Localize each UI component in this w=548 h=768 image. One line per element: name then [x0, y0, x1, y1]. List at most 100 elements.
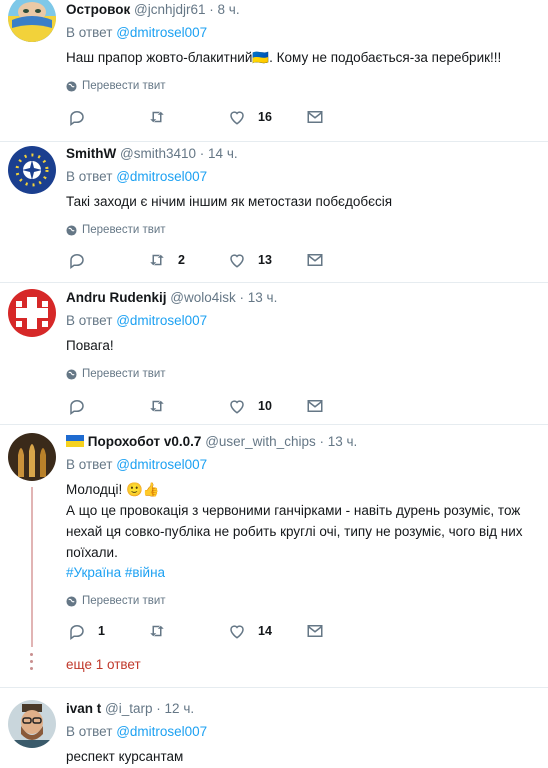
ukraine-flag-icon — [66, 435, 84, 447]
author-name[interactable]: Порохобот v0.0.7 — [88, 434, 202, 449]
reply-mention-link[interactable]: @dmitrosel007 — [116, 169, 207, 184]
tweet-time[interactable]: 13 ч. — [248, 290, 278, 305]
reply-mention-link[interactable]: @dmitrosel007 — [116, 25, 207, 40]
translate-label: Перевести твит — [82, 224, 166, 236]
reply-to-line: В ответ @dmitrosel007 — [66, 23, 540, 43]
globe-icon — [66, 595, 77, 607]
tweet-actions: 2 13 — [66, 249, 366, 271]
heart-icon — [230, 111, 244, 125]
author-name[interactable]: SmithW — [66, 146, 116, 161]
thread-dots — [30, 653, 34, 674]
reply-count: 1 — [98, 624, 105, 638]
reply-icon — [70, 110, 84, 126]
show-more-replies-link[interactable]: еще 1 ответ — [66, 657, 141, 672]
reply-prefix: В ответ — [66, 724, 113, 739]
tweet-time[interactable]: 14 ч. — [208, 146, 238, 161]
author-name[interactable]: Островок — [66, 2, 130, 17]
separator-dot: · — [199, 146, 205, 161]
reply-button[interactable] — [68, 106, 98, 128]
reply-prefix: В ответ — [66, 169, 113, 184]
like-count: 16 — [258, 110, 272, 124]
reply-button[interactable] — [68, 395, 98, 417]
translate-tweet-link[interactable]: Перевести твит — [66, 366, 540, 382]
reply-to-line: В ответ @dmitrosel007 — [66, 167, 540, 187]
like-button[interactable]: 13 — [228, 249, 272, 271]
direct-message-button[interactable] — [306, 395, 324, 417]
tweet-porohobot[interactable]: Порохобот v0.0.7 @user_with_chips · 13 ч… — [0, 425, 548, 688]
author-name[interactable]: ivan t — [66, 701, 101, 716]
like-button[interactable]: 14 — [228, 620, 272, 642]
author-handle[interactable]: @wolo4isk — [170, 290, 235, 305]
direct-message-button[interactable] — [306, 620, 324, 642]
tweet-ivan-t[interactable]: ivan t @i_tarp · 12 ч. В ответ @dmitrose… — [0, 688, 548, 768]
heart-icon — [230, 625, 244, 639]
author-name[interactable]: Andru Rudenkij — [66, 290, 167, 305]
tweet-text-line1: Молодці! 🙂👍 — [66, 482, 160, 497]
tweet-text: Такі заходи є нічим іншим як метостази п… — [66, 194, 393, 209]
author-handle[interactable]: @i_tarp — [105, 701, 152, 716]
bullets-avatar[interactable] — [8, 433, 56, 481]
envelope-icon — [307, 625, 323, 637]
reply-prefix: В ответ — [66, 313, 113, 328]
author-handle[interactable]: @user_with_chips — [205, 434, 316, 449]
tweet-actions: 1 14 — [66, 620, 366, 642]
direct-message-button[interactable] — [306, 106, 324, 128]
bearded-man-avatar[interactable] — [8, 700, 56, 748]
tweet-header: Островок @jcnhjdjr61 · 8 ч. — [66, 0, 540, 20]
heart-icon — [230, 254, 244, 268]
translate-tweet-link[interactable]: Перевести твит — [66, 593, 540, 609]
like-button[interactable]: 10 — [228, 395, 272, 417]
tweet-text: Наш прапор жовто-блакитний🇺🇦. Кому не по… — [66, 50, 502, 65]
heart-icon — [230, 400, 244, 414]
reply-icon — [70, 399, 84, 415]
retweet-count: 2 — [178, 253, 185, 267]
tweet-time[interactable]: 13 ч. — [328, 434, 358, 449]
retweet-button[interactable] — [148, 395, 178, 417]
reply-to-line: В ответ @dmitrosel007 — [66, 455, 540, 475]
tweet-header: ivan t @i_tarp · 12 ч. — [66, 699, 540, 719]
direct-message-button[interactable] — [306, 249, 324, 271]
woman-flag-scarf-avatar[interactable] — [8, 0, 56, 42]
reply-mention-link[interactable]: @dmitrosel007 — [116, 457, 207, 472]
retweet-icon — [150, 400, 164, 412]
tweet-header: SmithW @smith3410 · 14 ч. — [66, 144, 540, 164]
nato-eu-avatar[interactable] — [8, 146, 56, 194]
tweet-ostrovok[interactable]: Островок @jcnhjdjr61 · 8 ч. В ответ @dmi… — [0, 0, 548, 142]
translate-tweet-link[interactable]: Перевести твит — [66, 222, 540, 238]
reply-button[interactable]: 1 — [68, 620, 105, 642]
reply-button[interactable] — [68, 249, 98, 271]
tweet-smithw[interactable]: SmithW @smith3410 · 14 ч. В ответ @dmitr… — [0, 142, 548, 283]
reply-to-line: В ответ @dmitrosel007 — [66, 722, 540, 742]
separator-dot: · — [156, 701, 161, 716]
white-cross-avatar[interactable] — [8, 289, 56, 337]
retweet-button[interactable] — [148, 620, 178, 642]
retweet-icon — [150, 111, 164, 123]
reply-mention-link[interactable]: @dmitrosel007 — [116, 724, 207, 739]
like-count: 10 — [258, 399, 272, 413]
separator-dot: · — [319, 434, 324, 449]
author-handle[interactable]: @smith3410 — [120, 146, 196, 161]
reply-icon — [70, 624, 84, 640]
retweet-icon — [150, 254, 164, 266]
hashtag-links[interactable]: #Україна #війна — [66, 563, 540, 583]
reply-mention-link[interactable]: @dmitrosel007 — [116, 313, 207, 328]
retweet-button[interactable] — [148, 106, 178, 128]
globe-icon — [66, 224, 77, 236]
retweet-button[interactable]: 2 — [148, 249, 185, 271]
reply-prefix: В ответ — [66, 457, 113, 472]
translate-tweet-link[interactable]: Перевести твит — [66, 78, 540, 94]
globe-icon — [66, 80, 77, 92]
tweet-andru-rudenkij[interactable]: Andru Rudenkij @wolo4isk · 13 ч. В ответ… — [0, 283, 548, 425]
tweet-actions: 16 — [66, 106, 366, 128]
separator-dot: · — [209, 2, 214, 17]
like-button[interactable]: 16 — [228, 106, 272, 128]
separator-dot: · — [239, 290, 245, 305]
envelope-icon — [307, 111, 323, 123]
reply-icon — [70, 253, 84, 269]
author-handle[interactable]: @jcnhjdjr61 — [134, 2, 206, 17]
tweet-actions: 10 — [66, 395, 366, 417]
tweet-time[interactable]: 8 ч. — [218, 2, 240, 17]
tweet-time[interactable]: 12 ч. — [165, 701, 195, 716]
like-count: 14 — [258, 624, 272, 638]
tweet-text-line2: А що це провокація з червоними ганчіркам… — [66, 503, 523, 560]
